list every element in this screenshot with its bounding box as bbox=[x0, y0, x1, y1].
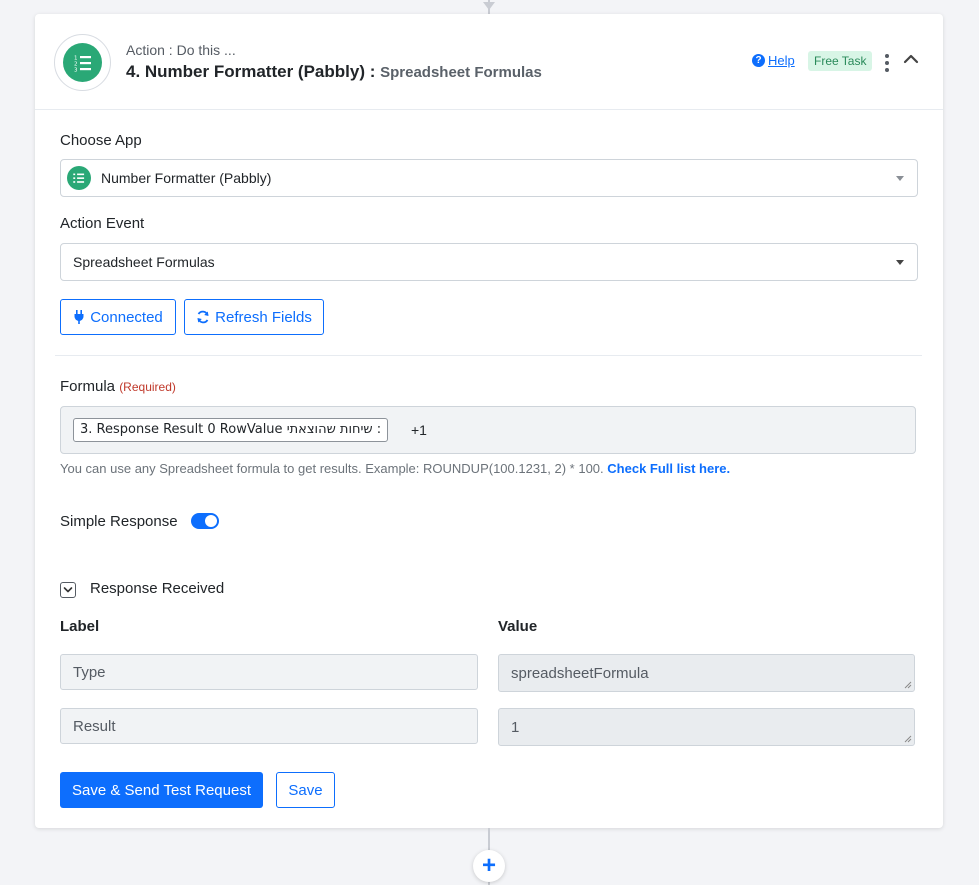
choose-app-label: Choose App bbox=[60, 132, 142, 149]
response-value-text: 1 bbox=[511, 718, 520, 736]
number-list-icon: 1 2 3 bbox=[63, 43, 102, 82]
connected-label: Connected bbox=[90, 308, 163, 326]
formula-hint-text: You can use any Spreadsheet formula to g… bbox=[60, 461, 604, 476]
chevron-down-icon bbox=[63, 587, 73, 593]
response-label-field: Type bbox=[60, 654, 478, 690]
response-value-field[interactable]: 1 bbox=[498, 708, 915, 746]
choose-app-select[interactable]: Number Formatter (Pabbly) bbox=[60, 159, 918, 197]
save-send-test-button[interactable]: Save & Send Test Request bbox=[60, 772, 263, 808]
formula-list-link[interactable]: Check Full list here. bbox=[607, 461, 730, 476]
response-value-field[interactable]: spreadsheetFormula bbox=[498, 654, 915, 692]
save-button[interactable]: Save bbox=[276, 772, 335, 808]
step-header[interactable]: 1 2 3 Action : Do this ... 4. Number For… bbox=[35, 14, 943, 110]
step-title: 4. Number Formatter (Pabbly) : Spreadshe… bbox=[126, 62, 542, 82]
step-kicker: Action : Do this ... bbox=[126, 42, 236, 58]
help-label: Help bbox=[768, 53, 795, 68]
toggle-knob bbox=[205, 515, 217, 527]
response-collapse-toggle[interactable] bbox=[60, 582, 76, 598]
refresh-icon bbox=[197, 310, 209, 324]
action-event-label: Action Event bbox=[60, 215, 145, 232]
question-circle-icon: ? bbox=[752, 54, 765, 67]
step-title-app: 4. Number Formatter (Pabbly) : bbox=[126, 62, 376, 81]
plug-icon bbox=[74, 310, 84, 324]
more-options-icon[interactable] bbox=[884, 54, 890, 72]
formula-hint: You can use any Spreadsheet formula to g… bbox=[60, 461, 730, 476]
formula-input[interactable]: 3. Response Result 0 RowValue שיחות שהוצ… bbox=[60, 406, 916, 454]
formula-variable-chip[interactable]: 3. Response Result 0 RowValue שיחות שהוצ… bbox=[73, 418, 389, 442]
resize-grip-icon[interactable] bbox=[904, 735, 912, 743]
action-event-value: Spreadsheet Formulas bbox=[73, 254, 215, 270]
action-event-select[interactable]: Spreadsheet Formulas bbox=[60, 243, 918, 281]
required-marker: (Required) bbox=[119, 380, 176, 394]
caret-down-icon bbox=[896, 260, 904, 265]
app-logo: 1 2 3 bbox=[54, 34, 111, 91]
simple-response-label: Simple Response bbox=[60, 513, 178, 530]
label-column-header: Label bbox=[60, 618, 100, 635]
chevron-up-icon[interactable] bbox=[902, 50, 920, 68]
value-column-header: Value bbox=[498, 618, 538, 635]
choose-app-value: Number Formatter (Pabbly) bbox=[101, 170, 272, 186]
action-step-card: 1 2 3 Action : Do this ... 4. Number For… bbox=[35, 14, 943, 828]
refresh-fields-label: Refresh Fields bbox=[215, 308, 312, 326]
response-label-field: Result bbox=[60, 708, 478, 744]
refresh-fields-button[interactable]: Refresh Fields bbox=[184, 299, 324, 335]
step-title-event: Spreadsheet Formulas bbox=[380, 64, 542, 81]
caret-down-icon bbox=[896, 176, 904, 181]
formula-text: +1 bbox=[411, 422, 427, 438]
number-list-icon bbox=[67, 166, 91, 190]
svg-text:3: 3 bbox=[74, 67, 78, 73]
formula-label-text: Formula bbox=[60, 378, 116, 395]
section-divider bbox=[55, 355, 922, 356]
resize-grip-icon[interactable] bbox=[904, 681, 912, 689]
flow-arrow-down-icon bbox=[483, 2, 495, 10]
add-step-plus-icon[interactable]: + bbox=[473, 850, 505, 882]
help-link[interactable]: ? Help bbox=[752, 53, 795, 68]
formula-label: Formula (Required) bbox=[60, 378, 176, 395]
connected-button[interactable]: Connected bbox=[60, 299, 176, 335]
response-value-text: spreadsheetFormula bbox=[511, 664, 649, 682]
free-task-badge: Free Task bbox=[808, 51, 873, 71]
simple-response-toggle[interactable] bbox=[191, 513, 219, 529]
response-received-title: Response Received bbox=[90, 580, 225, 597]
